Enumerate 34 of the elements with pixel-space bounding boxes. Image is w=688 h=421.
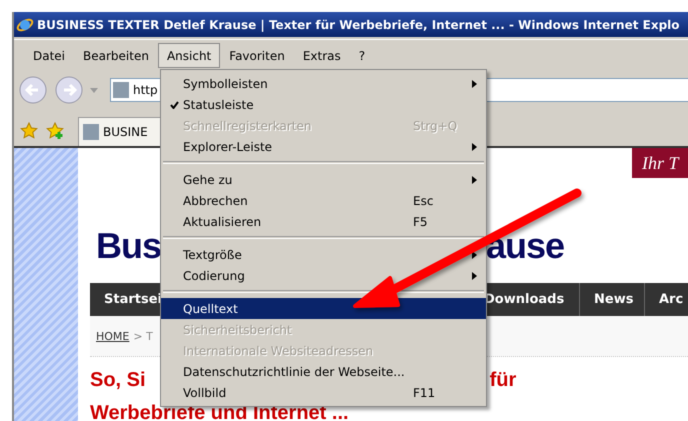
forward-button[interactable]	[54, 75, 84, 105]
breadcrumb-text: > T	[133, 330, 153, 342]
logo-text: Bus	[96, 226, 162, 266]
menu-entry[interactable]: Statusleiste	[161, 94, 486, 115]
menu-item[interactable]: Ansicht	[158, 42, 220, 68]
logo-text: ause	[486, 226, 564, 266]
menu-entry[interactable]: Codierung	[161, 265, 486, 286]
menu-entry[interactable]: Explorer-Leiste	[161, 136, 486, 157]
menu-entry[interactable]: Vollbild F11	[161, 382, 486, 403]
headline: für	[490, 370, 516, 390]
star-icon[interactable]	[20, 122, 38, 140]
menu-item[interactable]: Datei	[24, 42, 74, 68]
headline: Werbebriefe und Internet ...	[90, 403, 349, 421]
page-icon	[113, 82, 129, 98]
menu-item[interactable]: ?	[350, 42, 374, 68]
dropdown-caret-icon[interactable]	[90, 88, 98, 92]
browser-logo-icon	[16, 16, 34, 34]
menu-entry[interactable]: Abbrechen Esc	[161, 190, 486, 211]
menu-entry[interactable]: Quelltext	[161, 298, 486, 319]
breadcrumb-link[interactable]: HOME	[96, 330, 130, 342]
menu-entry[interactable]: Textgröße	[161, 244, 486, 265]
menu-item[interactable]: Extras	[294, 42, 350, 68]
back-button[interactable]	[18, 75, 48, 105]
add-favorite-icon[interactable]	[46, 122, 64, 140]
menu-entry[interactable]: Gehe zu	[161, 169, 486, 190]
headline: So, Si	[90, 370, 146, 390]
menu-entry[interactable]: Symbolleisten	[161, 73, 486, 94]
menu-item[interactable]: Favoriten	[220, 42, 294, 68]
page-icon	[83, 124, 99, 140]
banner: Ihr T	[632, 148, 688, 178]
window-title: BUSINESS TEXTER Detlef Krause | Texter für Werbebriefe, Internet ... - Windows Internet Explo	[37, 18, 680, 32]
menu-entry[interactable]: Datenschutzrichtlinie der Webseite...	[161, 361, 486, 382]
menu-item[interactable]: Bearbeiten	[74, 42, 158, 68]
menu-entry[interactable]: Aktualisieren F5	[161, 211, 486, 232]
